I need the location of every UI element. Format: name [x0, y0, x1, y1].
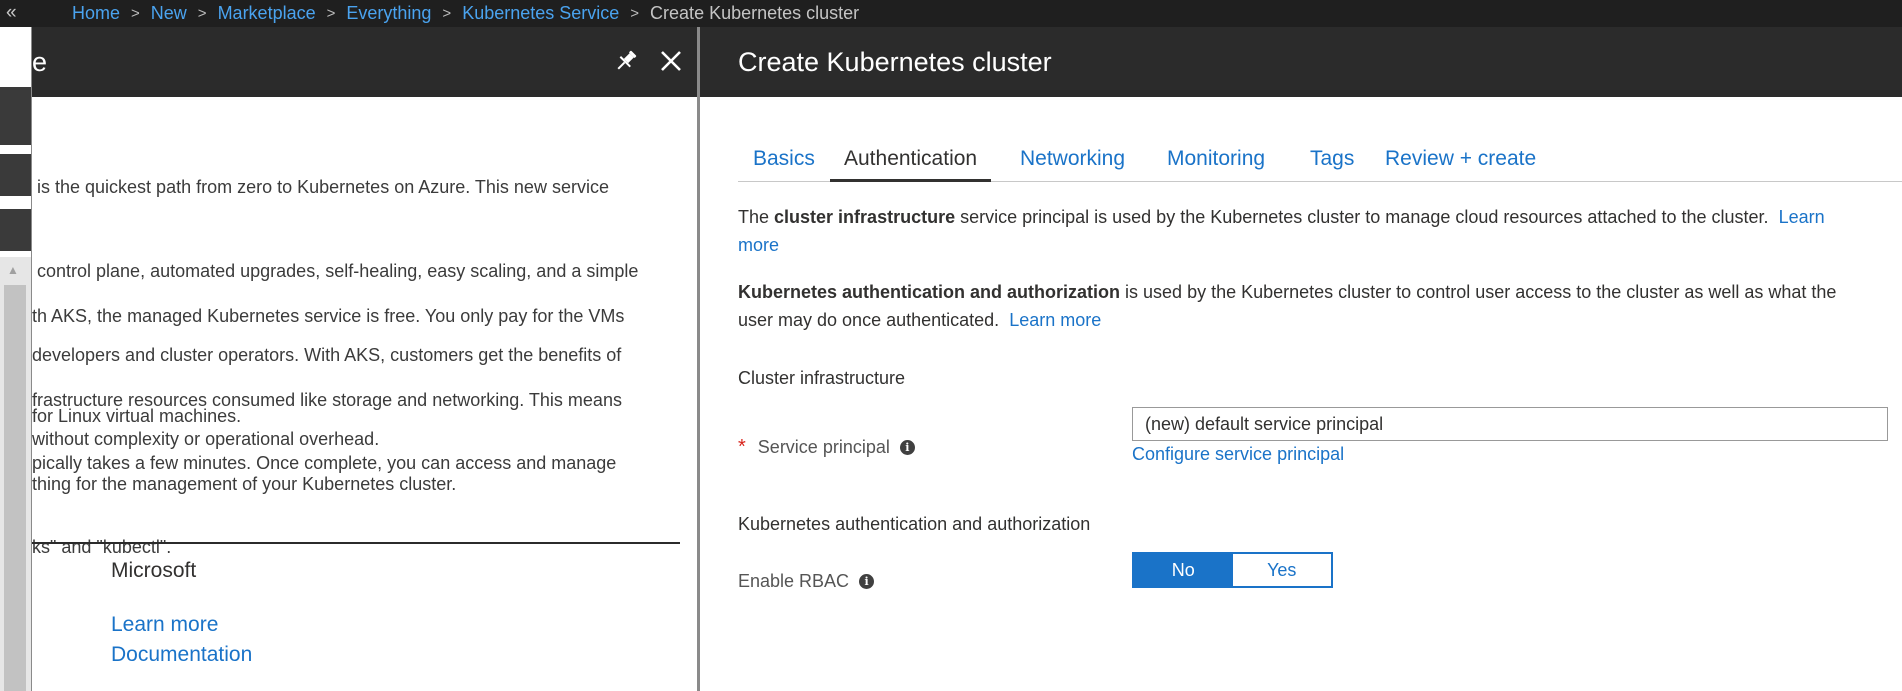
rbac-option-no[interactable]: No — [1134, 554, 1233, 586]
rail-item[interactable] — [0, 209, 31, 251]
tab-networking[interactable]: Networking — [1020, 140, 1125, 182]
left-blade-title: e — [32, 47, 48, 77]
enable-rbac-label: Enable RBAC i — [738, 571, 875, 592]
chevron-right-icon: > — [197, 5, 207, 22]
left-rail: ▲ — [0, 27, 32, 691]
auth-description: Kubernetes authentication and authorizat… — [738, 278, 1888, 334]
blade-divider — [697, 27, 700, 691]
breadcrumb-everything[interactable]: Everything — [346, 3, 431, 24]
vertical-scrollbar[interactable]: ▲ — [0, 257, 31, 691]
tab-tags[interactable]: Tags — [1310, 140, 1354, 182]
text-line: th AKS, the managed Kubernetes service i… — [32, 306, 625, 326]
tab-monitoring[interactable]: Monitoring — [1167, 140, 1265, 182]
deployment-paragraph: pically takes a few minutes. Once comple… — [32, 393, 616, 617]
breadcrumb-kubernetes-service[interactable]: Kubernetes Service — [462, 3, 619, 24]
breadcrumb: Home > New > Marketplace > Everything > … — [72, 0, 859, 27]
chevron-right-icon: > — [442, 5, 452, 22]
service-principal-field[interactable]: (new) default service principal — [1132, 407, 1888, 441]
service-principal-label: * Service principal i — [738, 436, 915, 459]
learn-more-link[interactable]: Learn — [1779, 207, 1825, 227]
learn-more-link[interactable]: Learn more — [1009, 310, 1101, 330]
info-icon[interactable]: i — [859, 574, 875, 589]
infrastructure-description: The cluster infrastructure service princ… — [738, 203, 1888, 259]
chevron-right-icon: > — [630, 5, 640, 22]
learn-more-link[interactable]: more — [738, 235, 779, 255]
rbac-toggle[interactable]: No Yes — [1132, 552, 1333, 588]
collapse-sidebar-icon[interactable]: « — [6, 0, 17, 27]
close-icon[interactable] — [657, 47, 685, 75]
field-label-text: Service principal — [757, 437, 890, 457]
publisher-name: Microsoft — [111, 559, 197, 582]
scrollbar-thumb[interactable] — [4, 285, 26, 691]
text-fragment: The — [738, 207, 775, 227]
pin-icon[interactable] — [612, 47, 640, 75]
text-fragment: user may do once authenticated. — [738, 310, 1000, 330]
text-fragment: Kubernetes authentication and authorizat… — [738, 282, 1121, 302]
configure-service-principal-link[interactable]: Configure service principal — [1132, 444, 1344, 465]
page-title: Create Kubernetes cluster — [738, 47, 1052, 77]
breadcrumb-current: Create Kubernetes cluster — [650, 3, 860, 23]
chevron-right-icon: > — [131, 5, 140, 22]
top-bar: « Home > New > Marketplace > Everything … — [0, 0, 1902, 27]
tab-authentication[interactable]: Authentication — [830, 140, 992, 182]
text-line: is the quickest path from zero to Kubern… — [32, 177, 609, 197]
right-blade-header: Create Kubernetes cluster — [700, 27, 1902, 97]
rail-item[interactable] — [0, 154, 31, 196]
breadcrumb-home[interactable]: Home — [72, 3, 120, 24]
rail-item[interactable] — [0, 87, 31, 145]
text-line: pically takes a few minutes. Once comple… — [32, 453, 617, 473]
rbac-option-yes[interactable]: Yes — [1232, 554, 1331, 586]
text-fragment: cluster infrastructure — [774, 207, 956, 227]
required-marker: * — [738, 436, 746, 458]
chevron-right-icon: > — [326, 5, 336, 22]
breadcrumb-marketplace[interactable]: Marketplace — [218, 3, 316, 24]
documentation-link[interactable]: Documentation — [111, 643, 252, 667]
scroll-up-icon[interactable]: ▲ — [7, 263, 19, 277]
text-line: ks" and "kubectl". — [32, 537, 172, 557]
tab-bar: Basics Authentication Networking Monitor… — [738, 140, 1902, 182]
info-icon[interactable]: i — [899, 440, 915, 455]
breadcrumb-new[interactable]: New — [151, 3, 187, 24]
text-fragment: service principal is used by the Kuberne… — [955, 207, 1769, 227]
tab-review-create[interactable]: Review + create — [1385, 140, 1536, 182]
tab-basics[interactable]: Basics — [753, 140, 815, 182]
divider — [32, 542, 680, 544]
text-fragment: is used by the Kubernetes cluster to con… — [1120, 282, 1837, 302]
field-label-text: Enable RBAC — [738, 571, 850, 591]
section-heading-k8s-auth: Kubernetes authentication and authorizat… — [738, 514, 1091, 534]
learn-more-link[interactable]: Learn more — [111, 613, 218, 637]
left-blade-body: is the quickest path from zero to Kubern… — [32, 97, 697, 691]
left-blade-header: e — [32, 27, 697, 97]
section-heading-cluster-infrastructure: Cluster infrastructure — [738, 368, 906, 388]
